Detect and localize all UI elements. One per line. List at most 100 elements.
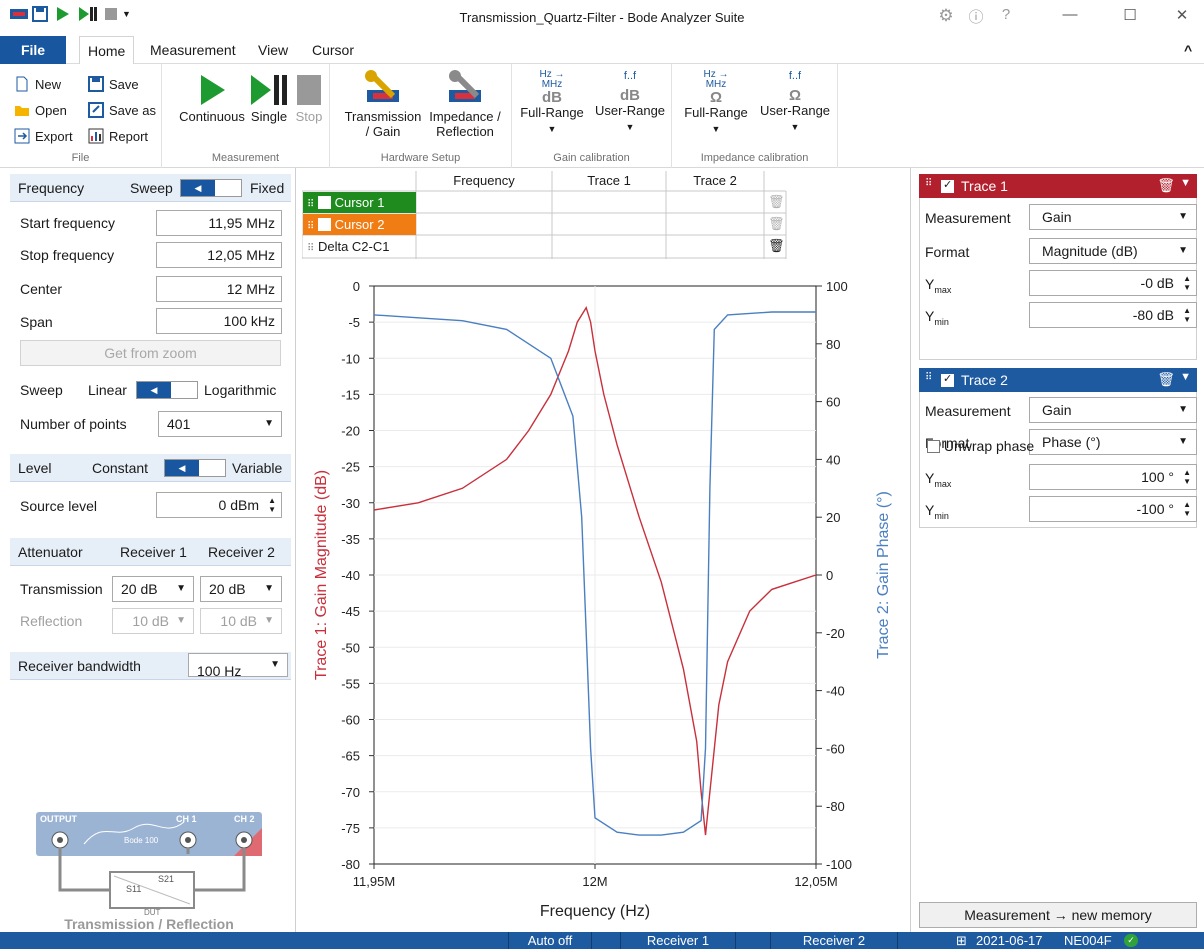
- trash-icon[interactable]: 🗑: [1157, 177, 1175, 194]
- impedance-full-range-button[interactable]: Hz → MHz Ω Full-Range ▼: [678, 70, 754, 137]
- cursor1-checkbox[interactable]: [317, 196, 331, 209]
- get-from-zoom-button[interactable]: Get from zoom: [20, 340, 281, 366]
- span-input[interactable]: 100 kHz: [156, 308, 282, 334]
- maximize-button[interactable]: ☐: [1110, 6, 1150, 30]
- dropdown-arrow-icon: ▼: [1178, 436, 1188, 447]
- group-label-file: File: [71, 152, 90, 164]
- trash-icon[interactable]: 🗑: [768, 216, 785, 232]
- spinner-icon[interactable]: ▲ ▼: [268, 496, 276, 514]
- receiver1-indicator[interactable]: Receiver 1: [620, 932, 736, 949]
- unwrap-phase-checkbox[interactable]: [927, 440, 940, 453]
- minimize-button[interactable]: —: [1050, 6, 1090, 30]
- bode-chart-svg[interactable]: 0 -5 -10 -15 -20 -25 -30 -35 -40 -45 -50 -55 -60 -65 -…: [302, 262, 898, 930]
- cursor1-row[interactable]: ⠿ Cursor 1: [303, 192, 416, 213]
- trace1-measurement-select[interactable]: Gain ▼: [1029, 204, 1197, 230]
- trace2-header[interactable]: ⠿ Trace 2 🗑 ▼: [919, 368, 1197, 392]
- sweep-log-label: Logarithmic: [204, 382, 277, 398]
- trace2-format-select[interactable]: Phase (°) ▼: [1029, 429, 1197, 455]
- trash-icon[interactable]: 🗑: [768, 194, 785, 210]
- tab-file[interactable]: File: [0, 36, 66, 64]
- trace1-checkbox[interactable]: [941, 178, 954, 193]
- linear-log-toggle[interactable]: ◀: [136, 381, 198, 399]
- delta-row[interactable]: ⠿ Delta C2-C1: [303, 236, 416, 257]
- impedance-user-range-button[interactable]: f..f Ω User-Range ▼: [756, 70, 834, 135]
- trace2-ymax-input[interactable]: 100 ° ▲ ▼: [1029, 464, 1197, 490]
- date-label: 2021-06-17: [976, 933, 1043, 948]
- gain-full-range-button[interactable]: Hz → MHz dB Full-Range ▼: [516, 70, 588, 137]
- receiver-bandwidth-select[interactable]: 100 Hz ▼: [188, 653, 288, 679]
- transmission-receiver1-select[interactable]: 20 dB ▼: [112, 576, 194, 602]
- close-button[interactable]: ✕: [1162, 6, 1202, 30]
- trace2-measurement-select[interactable]: Gain ▼: [1029, 397, 1197, 423]
- trace1-ymax-input[interactable]: -0 dB ▲ ▼: [1029, 270, 1197, 296]
- sweep-label: Sweep: [20, 382, 63, 398]
- receiver2-indicator[interactable]: Receiver 2: [770, 932, 898, 949]
- new-memory-button[interactable]: Measurement → new memory: [919, 902, 1197, 928]
- trash-icon[interactable]: 🗑: [768, 238, 785, 254]
- export-button[interactable]: Export: [14, 126, 73, 146]
- auto-off-indicator[interactable]: Auto off: [508, 932, 592, 949]
- trace1-format-select[interactable]: Magnitude (dB) ▼: [1029, 238, 1197, 264]
- cursor2-checkbox[interactable]: [317, 218, 331, 231]
- chevron-down-icon[interactable]: ▼: [1180, 177, 1191, 189]
- title-bar: ▼ Transmission_Quartz-Filter - Bode Anal…: [0, 0, 1204, 36]
- group-label-hardware: Hardware Setup: [380, 152, 461, 164]
- trace2-checkbox[interactable]: [941, 372, 954, 387]
- x-tick-label: 12,05M: [794, 874, 837, 889]
- tab-measurement[interactable]: Measurement: [142, 36, 244, 64]
- y2-tick-label: 80: [826, 337, 840, 352]
- single-button[interactable]: Single: [246, 74, 292, 124]
- y-tick-label: -45: [341, 604, 360, 619]
- stop-button[interactable]: Stop: [292, 74, 326, 124]
- spinner-icon[interactable]: ▲ ▼: [1183, 500, 1191, 518]
- save-as-button[interactable]: Save as: [88, 100, 156, 120]
- chevron-down-icon[interactable]: ▼: [1180, 371, 1191, 383]
- toggle-left-icon: ◀: [181, 180, 215, 196]
- x-tick-label: 12M: [582, 874, 607, 889]
- trace1-ymax-label: Ymax: [925, 276, 952, 295]
- spinner-icon[interactable]: ▲ ▼: [1183, 306, 1191, 324]
- sweep-fixed-toggle[interactable]: ◀: [180, 179, 242, 197]
- y2-tick-label: -100: [826, 857, 852, 872]
- constant-variable-toggle[interactable]: ◀: [164, 459, 226, 477]
- reflection-receiver1-select[interactable]: 10 dB ▼: [112, 608, 194, 634]
- bode-chart[interactable]: 0 -5 -10 -15 -20 -25 -30 -35 -40 -45 -50 -55 -60 -65 -…: [302, 262, 898, 930]
- number-of-points-select[interactable]: 401 ▼: [158, 411, 282, 437]
- new-button[interactable]: New: [14, 74, 61, 94]
- tab-view[interactable]: View: [250, 36, 296, 64]
- tab-cursor[interactable]: Cursor: [304, 36, 362, 64]
- wrench-icon: [365, 70, 399, 102]
- y-tick-label: -15: [341, 387, 360, 402]
- help-icon[interactable]: ?: [986, 6, 1026, 30]
- trash-icon[interactable]: 🗑: [1157, 371, 1175, 388]
- save-button[interactable]: Save: [88, 74, 139, 94]
- trace1-ymin-input[interactable]: -80 dB ▲ ▼: [1029, 302, 1197, 328]
- frequency-section-header: Frequency Sweep ◀ Fixed: [10, 174, 291, 202]
- start-frequency-input[interactable]: 11,95 MHz: [156, 210, 282, 236]
- transmission-gain-button[interactable]: Transmission / Gain: [338, 70, 428, 139]
- center-label: Center: [20, 281, 63, 297]
- x-axis-label: Frequency (Hz): [540, 903, 650, 920]
- transmission-receiver2-select[interactable]: 20 dB ▼: [200, 576, 282, 602]
- reflection-receiver2-select[interactable]: 10 dB ▼: [200, 608, 282, 634]
- gain-user-range-button[interactable]: f..f dB User-Range ▼: [592, 70, 668, 135]
- continuous-button[interactable]: Continuous: [172, 74, 252, 124]
- header-trace1: Trace 1: [587, 173, 631, 188]
- impedance-reflection-button[interactable]: Impedance / Reflection: [422, 70, 508, 139]
- source-level-input[interactable]: 0 dBm ▲ ▼: [156, 492, 282, 518]
- spinner-icon[interactable]: ▲ ▼: [1183, 274, 1191, 292]
- trace2-ymin-input[interactable]: -100 ° ▲ ▼: [1029, 496, 1197, 522]
- trace1-measurement-label: Measurement: [925, 210, 1011, 226]
- report-button[interactable]: Report: [88, 126, 148, 146]
- stop-frequency-input[interactable]: 12,05 MHz: [156, 242, 282, 268]
- trace1-header[interactable]: ⠿ Trace 1 🗑 ▼: [919, 174, 1197, 198]
- y-tick-label: -10: [341, 351, 360, 366]
- cursor2-row[interactable]: ⠿ Cursor 2: [303, 214, 416, 235]
- open-button[interactable]: Open: [14, 100, 67, 120]
- unwrap-phase-option[interactable]: Unwrap phase: [927, 438, 1034, 454]
- tab-home[interactable]: Home: [79, 36, 135, 65]
- ribbon: New Save Open Save as Export Report File…: [0, 64, 1204, 168]
- collapse-ribbon-icon[interactable]: ^: [1176, 36, 1200, 64]
- spinner-icon[interactable]: ▲ ▼: [1183, 468, 1191, 486]
- center-input[interactable]: 12 MHz: [156, 276, 282, 302]
